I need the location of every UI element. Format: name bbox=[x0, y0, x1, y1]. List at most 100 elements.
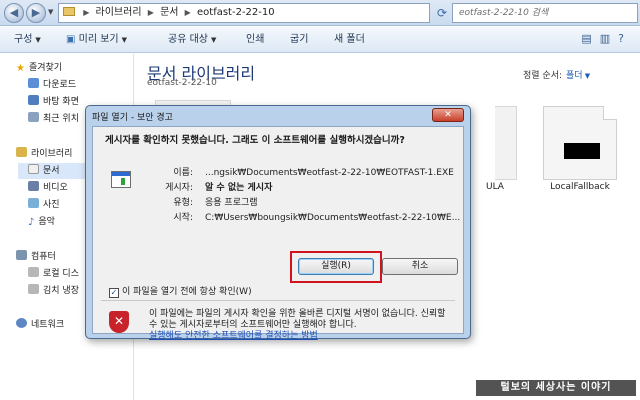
burn-button[interactable]: 굽기 bbox=[290, 27, 308, 53]
file-label-localfallback[interactable]: LocalFallback bbox=[527, 182, 633, 192]
warning-text: 이 파일에는 파일의 게시자 확인을 위한 올바른 디지털 서명이 없습니다. … bbox=[149, 309, 446, 330]
sort-label: 정렬 순서: bbox=[523, 71, 563, 81]
refresh-button[interactable]: ⟳ bbox=[433, 3, 451, 23]
recent-pages-dropdown[interactable]: ▼ bbox=[48, 8, 53, 16]
chevron-down-icon: ▼ bbox=[582, 72, 591, 80]
new-folder-button[interactable]: 새 폴더 bbox=[334, 27, 365, 53]
watermark: 털보의 세상사는 이야기 bbox=[476, 380, 636, 396]
sidebar-item-label: 라이브러리 bbox=[31, 149, 73, 159]
refresh-icon: ⟳ bbox=[436, 6, 448, 20]
library-subtitle: eotfast-2-22-10 bbox=[147, 78, 217, 88]
chevron-right-icon: ▶ bbox=[83, 8, 90, 17]
preview-icon: ▣ bbox=[66, 34, 79, 45]
star-icon: ★ bbox=[16, 63, 25, 74]
music-icon: ♪ bbox=[28, 217, 35, 228]
page-fold-icon bbox=[603, 106, 617, 120]
publisher-label: 게시자: bbox=[165, 183, 193, 193]
close-icon: ✕ bbox=[444, 110, 452, 120]
name-value: ...ngsik₩Documents₩eotfast-2-22-10₩EOTFA… bbox=[205, 168, 454, 178]
divider bbox=[101, 300, 455, 301]
address-bar: ◀ ▶ ▼ ▶ 라이브러리 ▶ 문서 ▶ eotfast-2-22-10 ⟳ e… bbox=[0, 0, 640, 26]
type-label: 유형: bbox=[173, 198, 193, 208]
name-label: 이름: bbox=[173, 168, 193, 178]
checkmark-icon[interactable]: ✓ bbox=[109, 288, 119, 298]
from-label: 시작: bbox=[173, 213, 193, 223]
network-icon bbox=[16, 318, 27, 328]
dialog-heading: 게시자를 확인하지 못했습니다. 그래도 이 소프트웨어를 실행하시겠습니까? bbox=[105, 135, 405, 146]
sidebar-item-libraries[interactable]: 라이브러리 bbox=[16, 146, 72, 162]
sidebar-item-pictures[interactable]: 사진 bbox=[28, 197, 60, 213]
arrow-left-icon: ◀ bbox=[9, 6, 19, 19]
organize-button[interactable]: 구성 ▼ bbox=[14, 27, 41, 53]
dialog-body: 게시자를 확인하지 못했습니다. 그래도 이 소프트웨어를 실행하시겠습니까? … bbox=[92, 126, 464, 341]
sidebar-item-label: 컴퓨터 bbox=[31, 252, 56, 262]
always-ask-checkbox[interactable]: ✓ 이 파일을 열기 전에 항상 확인(W) bbox=[109, 286, 252, 298]
window-titlebar-shape bbox=[112, 172, 130, 176]
from-value: C:₩Users₩boungsik₩Documents₩eotfast-2-22… bbox=[205, 213, 461, 223]
sidebar-item-label: 사진 bbox=[43, 200, 60, 210]
sidebar-item-favorites[interactable]: ★ 즐겨찾기 bbox=[16, 60, 62, 76]
dialog-title: 파일 열기 - 보안 경고 bbox=[92, 113, 173, 123]
share-label: 공유 대상 bbox=[168, 34, 208, 45]
desktop-icon bbox=[28, 95, 39, 105]
recent-places-icon bbox=[28, 112, 39, 122]
sidebar-item-label: 네트워크 bbox=[31, 320, 65, 330]
download-icon bbox=[28, 78, 39, 88]
organize-label: 구성 bbox=[14, 34, 33, 45]
sidebar-item-label: 음악 bbox=[38, 217, 55, 227]
sidebar-item-label: 비디오 bbox=[43, 183, 68, 193]
security-warning-dialog: 파일 열기 - 보안 경고 ✕ 게시자를 확인하지 못했습니다. 그래도 이 소… bbox=[85, 105, 471, 341]
sidebar-item-desktop[interactable]: 바탕 화면 bbox=[28, 94, 79, 110]
sidebar-item-recent[interactable]: 최근 위치 bbox=[28, 111, 79, 127]
share-button[interactable]: 공유 대상 ▼ bbox=[168, 27, 216, 53]
shield-warning-icon: ✕ bbox=[109, 311, 129, 333]
back-button[interactable]: ◀ bbox=[4, 3, 24, 23]
file-thumbnail-localfallback[interactable] bbox=[543, 106, 617, 180]
program-glyph bbox=[121, 178, 125, 185]
view-icon[interactable]: ▤ bbox=[581, 32, 599, 45]
chevron-right-icon: ▶ bbox=[147, 8, 154, 17]
sort-control[interactable]: 정렬 순서: 폴더 ▼ bbox=[523, 68, 590, 81]
cancel-button[interactable]: 취소 bbox=[382, 258, 458, 275]
breadcrumb[interactable]: ▶ 라이브러리 ▶ 문서 ▶ eotfast-2-22-10 bbox=[58, 3, 430, 23]
breadcrumb-item-folder[interactable]: eotfast-2-22-10 bbox=[197, 7, 275, 18]
sidebar-item-kimchi-drive[interactable]: 김치 냉장 bbox=[28, 283, 79, 299]
breadcrumb-item-libraries[interactable]: 라이브러리 bbox=[96, 7, 142, 18]
sidebar-item-music[interactable]: ♪ 음악 bbox=[28, 214, 55, 230]
pane-icon[interactable]: ▥ bbox=[600, 32, 618, 45]
sidebar-item-videos[interactable]: 비디오 bbox=[28, 180, 68, 196]
picture-icon bbox=[28, 198, 39, 208]
chevron-down-icon: ▼ bbox=[35, 36, 41, 44]
sidebar-item-local-disk[interactable]: 로컬 디스 bbox=[28, 266, 79, 282]
sidebar-item-label: 최근 위치 bbox=[43, 114, 79, 124]
view-options[interactable]: ▤▥? bbox=[581, 32, 632, 45]
file-preview-block bbox=[564, 143, 600, 159]
file-label-partial[interactable]: ULA bbox=[486, 182, 504, 192]
folder-icon bbox=[63, 7, 75, 16]
chevron-down-icon: ▼ bbox=[210, 36, 217, 44]
breadcrumb-item-documents[interactable]: 문서 bbox=[160, 7, 178, 18]
chevron-down-icon: ▼ bbox=[48, 8, 54, 16]
help-link[interactable]: 실행해도 안전한 소프트웨어를 결정하는 방법 bbox=[149, 331, 318, 342]
drive-icon bbox=[28, 267, 39, 277]
help-icon[interactable]: ? bbox=[618, 32, 632, 45]
sort-value[interactable]: 폴더 bbox=[566, 71, 583, 81]
publisher-value: 알 수 없는 게시자 bbox=[205, 183, 273, 193]
run-button[interactable]: 실행(R) bbox=[298, 258, 374, 275]
sidebar-item-downloads[interactable]: 다운로드 bbox=[28, 77, 76, 93]
print-button[interactable]: 인쇄 bbox=[246, 27, 264, 53]
sidebar-item-computer[interactable]: 컴퓨터 bbox=[16, 249, 56, 265]
sidebar-item-network[interactable]: 네트워크 bbox=[16, 317, 64, 333]
sidebar-item-label: 바탕 화면 bbox=[43, 97, 79, 107]
forward-button[interactable]: ▶ bbox=[26, 3, 46, 23]
library-icon bbox=[16, 147, 27, 157]
preview-button[interactable]: ▣ 미리 보기 ▼ bbox=[66, 27, 127, 53]
file-thumbnail-partial[interactable] bbox=[495, 106, 517, 180]
arrow-right-icon: ▶ bbox=[31, 6, 41, 19]
computer-icon bbox=[16, 250, 27, 260]
sidebar-item-label: 즐겨찾기 bbox=[28, 63, 63, 73]
search-input[interactable]: eotfast-2-22-10 검색 bbox=[452, 3, 638, 23]
command-bar: 구성 ▼ ▣ 미리 보기 ▼ 공유 대상 ▼ 인쇄 굽기 새 폴더 ▤▥? bbox=[0, 27, 640, 53]
sidebar-item-label: 로컬 디스 bbox=[43, 269, 79, 279]
close-button[interactable]: ✕ bbox=[432, 108, 464, 122]
